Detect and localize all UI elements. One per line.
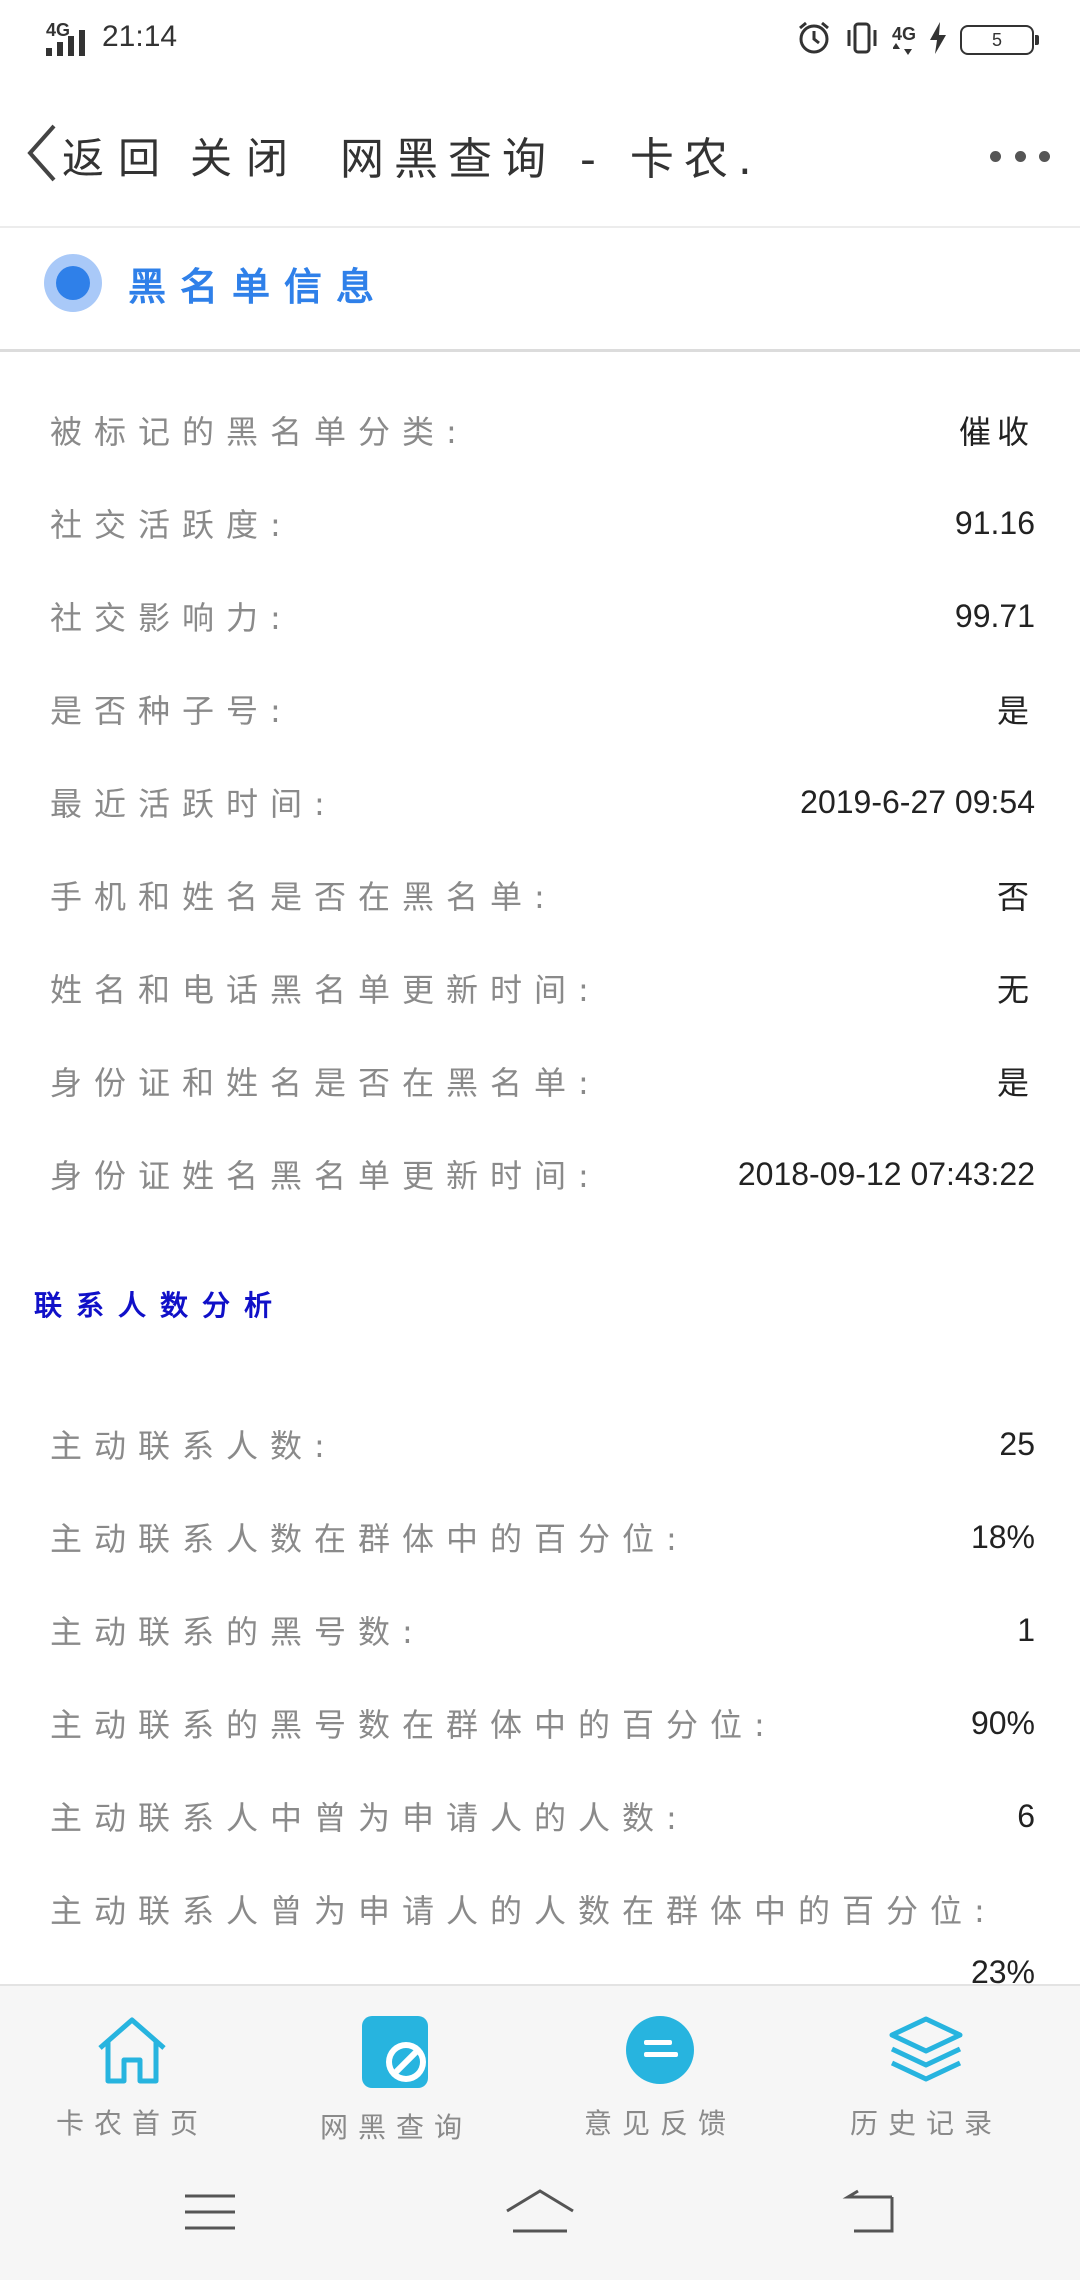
info-row: 社交活跃度: 91.16 (50, 493, 1035, 553)
row-label: 主动联系的黑号数: (50, 1613, 425, 1651)
battery-icon: 5 (960, 25, 1039, 55)
info-row: 最近活跃时间: 2019-6-27 09:54 (50, 772, 1035, 832)
row-value: 2019-6-27 09:54 (800, 783, 1035, 820)
close-label: 关闭 (190, 133, 303, 183)
info-row: 姓名和电话黑名单更新时间: 无 (50, 958, 1035, 1018)
row-label: 姓名和电话黑名单更新时间: (50, 971, 601, 1009)
row-label: 主动联系的黑号数在群体中的百分位: (50, 1706, 777, 1744)
info-row: 身份证姓名黑名单更新时间: 2018-09-12 07:43:22 (50, 1144, 1035, 1204)
row-label: 主动联系人数: (50, 1427, 337, 1465)
tab-blacklist-query[interactable]: 网黑查询 (286, 2012, 506, 2144)
menu-button[interactable] (170, 2184, 250, 2244)
row-value: 1 (1017, 1611, 1035, 1648)
row-value: 否 (996, 878, 1035, 916)
row-label: 手机和姓名是否在黑名单: (50, 878, 557, 916)
row-label: 身份证和姓名是否在黑名单: (50, 1064, 601, 1102)
feedback-icon (620, 2012, 700, 2088)
alarm-icon (796, 20, 832, 60)
layers-icon (886, 2012, 966, 2088)
vibrate-icon (844, 20, 880, 60)
tab-home[interactable]: 卡农首页 (22, 2012, 242, 2142)
section-title: 黑名单信息 (128, 264, 389, 309)
row-value: 是 (996, 692, 1035, 730)
row-value: 催收 (958, 413, 1035, 451)
row-label: 主动联系人曾为申请人的人数在群体中的百分位: (50, 1892, 997, 1930)
row-label: 主动联系人数在群体中的百分位: (50, 1520, 689, 1558)
info-row: 是否种子号: 是 (50, 679, 1035, 739)
tab-feedback[interactable]: 意见反馈 (550, 2012, 770, 2142)
home-icon (92, 2012, 172, 2088)
close-button[interactable]: 关闭 (190, 122, 302, 188)
row-value: 是 (996, 1064, 1035, 1102)
row-label: 最近活跃时间: (50, 785, 337, 823)
charging-icon (928, 21, 948, 59)
system-home-button[interactable] (500, 2184, 580, 2244)
row-label: 是否种子号: (50, 692, 293, 730)
tab-label: 网黑查询 (319, 2111, 472, 2144)
info-row: 主动联系的黑号数: 1 (50, 1600, 1035, 1660)
info-row: 主动联系人数: 25 (50, 1414, 1035, 1474)
network-icon: 4G (892, 25, 916, 55)
row-label: 被标记的黑名单分类: (50, 413, 469, 451)
row-label: 主动联系人中曾为申请人的人数: (50, 1799, 689, 1837)
back-button[interactable]: 返回 (22, 122, 174, 188)
row-value: 91.16 (954, 504, 1035, 541)
row-value: 2018-09-12 07:43:22 (737, 1155, 1035, 1192)
home-icon (503, 2187, 577, 2241)
tab-label: 意见反馈 (583, 2107, 736, 2140)
back-label: 返回 (62, 133, 175, 183)
menu-icon (183, 2190, 237, 2238)
info-row: 主动联系人中曾为申请人的人数: 6 (50, 1786, 1035, 1846)
blacklist-query-icon (356, 2012, 436, 2092)
tab-history[interactable]: 历史记录 (816, 2012, 1036, 2142)
row-value: 99.71 (954, 597, 1035, 634)
system-navigation-bar (0, 2148, 1080, 2280)
tab-label: 历史记录 (849, 2107, 1002, 2140)
row-label: 社交活跃度: (50, 506, 293, 544)
row-label: 社交影响力: (50, 599, 293, 637)
contacts-section-title: 联系人数分析 (34, 1289, 287, 1322)
info-row: 被标记的黑名单分类: 催收 (50, 400, 1035, 460)
info-row: 社交影响力: 99.71 (50, 586, 1035, 646)
row-value: 90% (970, 1704, 1035, 1741)
chevron-left-icon (22, 120, 62, 190)
section-divider (0, 349, 1080, 352)
status-bar: 4G 21:14 4G 5 (0, 0, 1080, 80)
row-value: 6 (1017, 1797, 1035, 1834)
header-divider (0, 226, 1080, 228)
more-options-button[interactable] (990, 136, 1050, 176)
info-row: 身份证和姓名是否在黑名单: 是 (50, 1051, 1035, 1111)
more-dots-icon (990, 150, 1001, 162)
info-row: 主动联系人曾为申请人的人数在群体中的百分位: (50, 1879, 1035, 1939)
back-icon (842, 2189, 898, 2239)
row-value: 18% (970, 1518, 1035, 1555)
status-time: 21:14 (102, 20, 178, 53)
bottom-tab-bar: 卡农首页 网黑查询 意见反馈 历史记录 (0, 1984, 1080, 2148)
section-dot-icon (44, 254, 102, 312)
info-row: 主动联系的黑号数在群体中的百分位: 90% (50, 1693, 1035, 1753)
signal-icon: 4G (46, 14, 92, 60)
nav-header: 返回 关闭 网黑查询 - 卡农... (0, 100, 1080, 210)
blacklist-section-header: 黑名单信息 (44, 250, 388, 316)
row-value: 25 (999, 1425, 1035, 1462)
tab-label: 卡农首页 (55, 2107, 208, 2140)
system-back-button[interactable] (830, 2184, 910, 2244)
page-title: 网黑查询 - 卡农... (340, 134, 760, 185)
row-label: 身份证姓名黑名单更新时间: (50, 1157, 601, 1195)
info-row: 手机和姓名是否在黑名单: 否 (50, 865, 1035, 925)
row-value: 无 (996, 971, 1035, 1009)
info-row: 主动联系人数在群体中的百分位: 18% (50, 1507, 1035, 1567)
